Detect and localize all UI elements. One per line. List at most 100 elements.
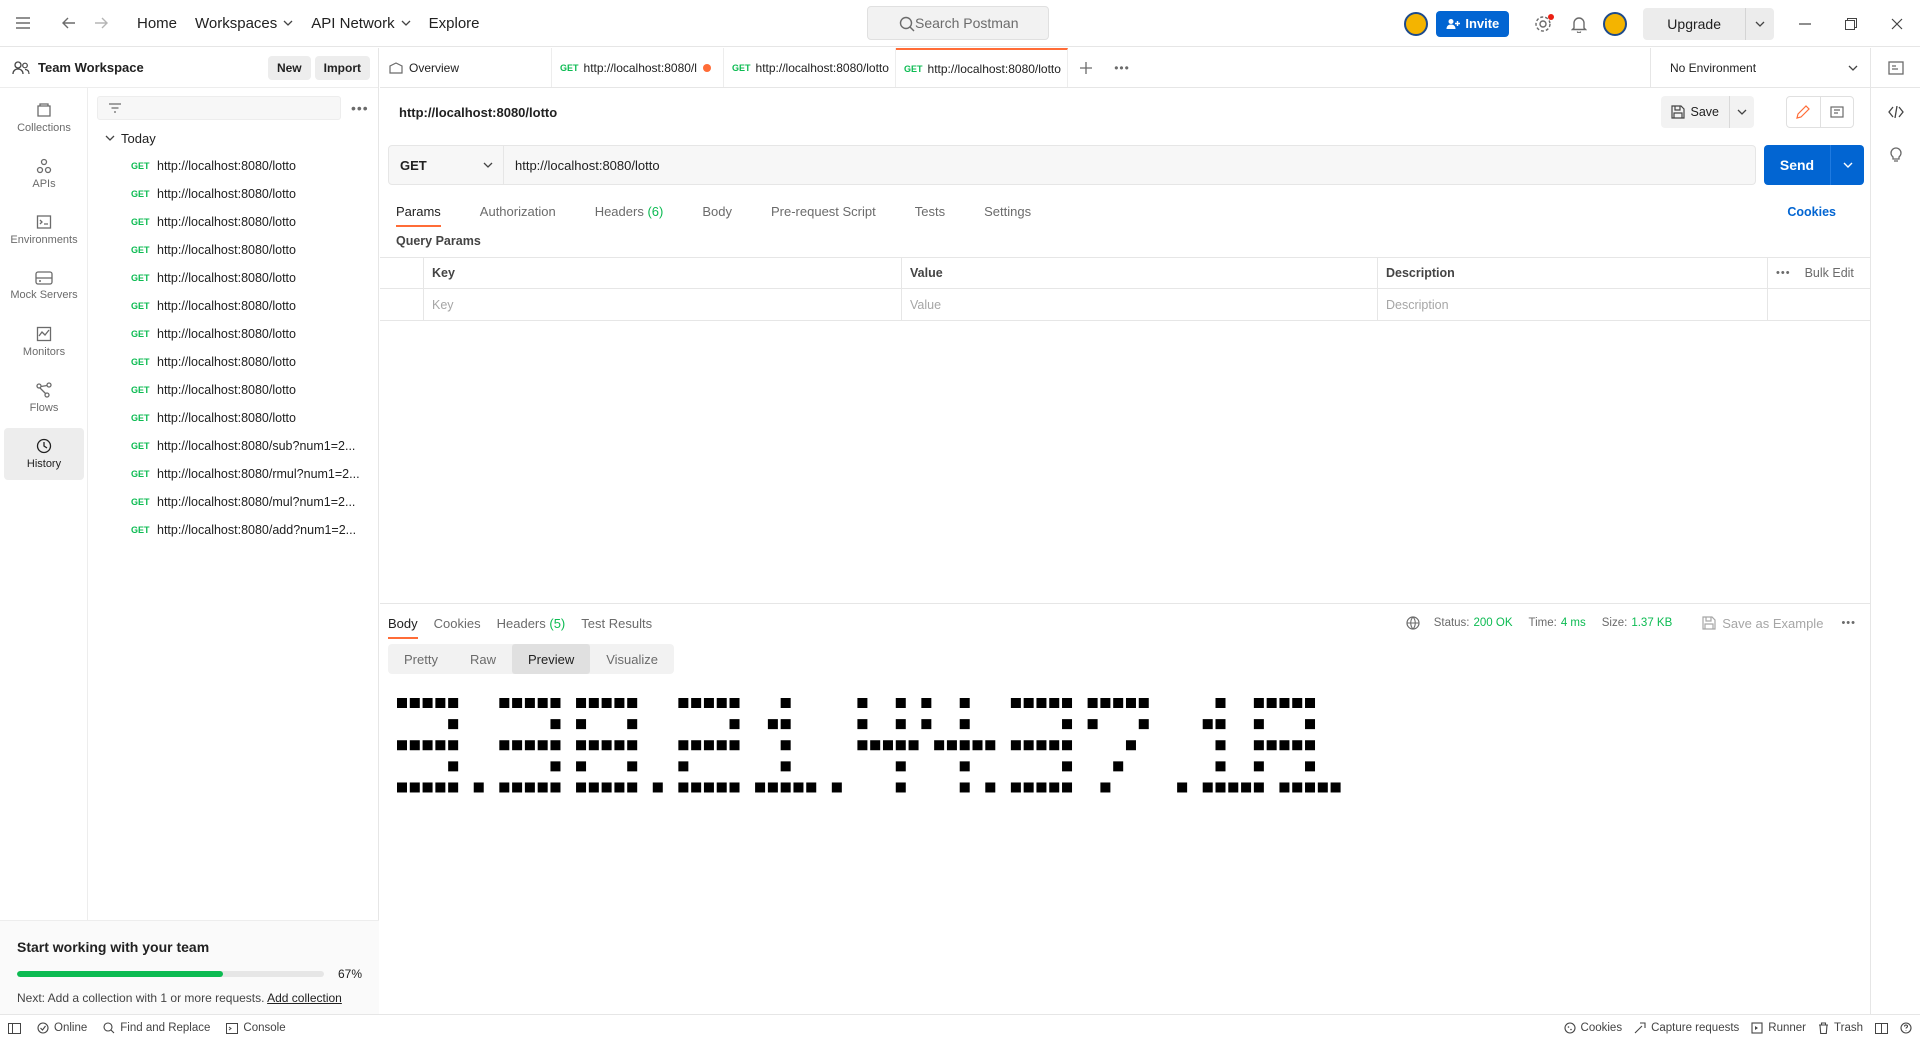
more-options-icon[interactable]: •••: [351, 100, 369, 116]
sidebar-item-flows[interactable]: Flows: [4, 372, 84, 424]
help-icon[interactable]: [1900, 1022, 1912, 1034]
send-button[interactable]: Send: [1764, 145, 1831, 185]
bell-icon[interactable]: [1563, 8, 1595, 40]
method-select[interactable]: GET: [388, 145, 504, 185]
cookies-button[interactable]: Cookies: [1563, 1022, 1622, 1034]
upgrade-button[interactable]: Upgrade: [1643, 7, 1774, 40]
team-avatar[interactable]: [1404, 11, 1429, 36]
minimize-icon[interactable]: [1782, 0, 1828, 47]
value-input[interactable]: Value: [902, 289, 1378, 320]
import-button[interactable]: Import: [314, 55, 370, 80]
response-tab-test-results[interactable]: Test Results: [573, 608, 660, 639]
settings-icon[interactable]: [1527, 8, 1559, 40]
list-item[interactable]: GET http://localhost:8080/lotto: [89, 376, 379, 404]
online-status[interactable]: Online: [37, 1022, 87, 1034]
list-item[interactable]: GET http://localhost:8080/lotto: [89, 152, 379, 180]
response-tab-body[interactable]: Body: [380, 608, 426, 639]
sidebar-item-mock-servers[interactable]: Mock Servers: [4, 260, 84, 312]
console-button[interactable]: Console: [226, 1022, 286, 1034]
sidebar-item-environments[interactable]: Environments: [4, 204, 84, 256]
save-options-chevron-icon[interactable]: [1730, 96, 1754, 128]
filter-input[interactable]: [97, 96, 341, 120]
list-item[interactable]: GET http://localhost:8080/lotto: [89, 180, 379, 208]
save-button[interactable]: Save: [1661, 96, 1730, 128]
list-item[interactable]: GET http://localhost:8080/lotto: [89, 404, 379, 432]
tab-pre-request-script[interactable]: Pre-request Script: [763, 198, 884, 227]
bulk-edit-button[interactable]: Bulk Edit: [1805, 266, 1854, 280]
format-visualize[interactable]: Visualize: [590, 644, 674, 674]
history-group-today[interactable]: Today: [89, 124, 379, 152]
nav-explore[interactable]: Explore: [429, 15, 480, 32]
tab-tests[interactable]: Tests: [907, 198, 953, 227]
request-name[interactable]: http://localhost:8080/lotto: [399, 105, 557, 120]
tab-authorization[interactable]: Authorization: [472, 198, 564, 227]
list-item[interactable]: GET http://localhost:8080/lotto: [89, 348, 379, 376]
tabs-more-icon[interactable]: •••: [1104, 48, 1140, 87]
sidebar-item-monitors[interactable]: Monitors: [4, 316, 84, 368]
list-item[interactable]: GET http://localhost:8080/lotto: [89, 292, 379, 320]
tab-settings[interactable]: Settings: [976, 198, 1039, 227]
format-pretty[interactable]: Pretty: [388, 644, 454, 674]
trash-button[interactable]: Trash: [1818, 1022, 1863, 1034]
size-value[interactable]: 1.37 KB: [1631, 617, 1672, 629]
response-tab-headers[interactable]: Headers (5): [489, 608, 574, 639]
close-icon[interactable]: [1874, 0, 1920, 47]
list-item[interactable]: GET http://localhost:8080/lotto: [89, 236, 379, 264]
list-item[interactable]: GET http://localhost:8080/add?num1=2...: [89, 516, 379, 544]
menu-icon[interactable]: [7, 7, 39, 39]
key-input[interactable]: Key: [424, 289, 902, 320]
save-as-example-button[interactable]: Save as Example: [1702, 616, 1823, 631]
environment-select[interactable]: No Environment: [1650, 48, 1870, 88]
code-icon[interactable]: [1871, 88, 1920, 136]
nav-api-network[interactable]: API Network: [311, 15, 411, 32]
search-box[interactable]: Search Postman: [867, 6, 1049, 40]
list-item[interactable]: GET http://localhost:8080/lotto: [89, 320, 379, 348]
url-input[interactable]: http://localhost:8080/lotto: [504, 145, 1756, 185]
back-arrow-icon[interactable]: [53, 7, 85, 39]
description-input[interactable]: Description: [1378, 289, 1768, 320]
more-options-icon[interactable]: •••: [1776, 267, 1791, 279]
response-tab-cookies[interactable]: Cookies: [426, 608, 489, 639]
restore-icon[interactable]: [1828, 0, 1874, 47]
sidebar-item-collections[interactable]: Collections: [4, 92, 84, 144]
list-item[interactable]: GET http://localhost:8080/rmul?num1=2...: [89, 460, 379, 488]
tab-overview[interactable]: Overview: [380, 48, 552, 87]
more-options-icon[interactable]: •••: [1841, 617, 1856, 629]
tab-request-2[interactable]: GET http://localhost:8080/lotto: [724, 48, 896, 87]
new-button[interactable]: New: [267, 55, 311, 80]
time-value[interactable]: 4 ms: [1561, 617, 1586, 629]
nav-home[interactable]: Home: [137, 15, 177, 32]
documentation-icon[interactable]: [1821, 97, 1854, 127]
tab-headers[interactable]: Headers (6): [587, 198, 672, 227]
invite-button[interactable]: Invite: [1436, 10, 1510, 37]
list-item[interactable]: GET http://localhost:8080/sub?num1=2...: [89, 432, 379, 460]
list-item[interactable]: GET http://localhost:8080/lotto: [89, 264, 379, 292]
two-pane-view-icon[interactable]: [1875, 1022, 1888, 1034]
list-item[interactable]: GET http://localhost:8080/mul?num1=2...: [89, 488, 379, 516]
nav-workspaces[interactable]: Workspaces: [195, 15, 293, 32]
lightbulb-icon[interactable]: [1871, 136, 1920, 172]
tab-params[interactable]: Params: [388, 198, 449, 227]
tab-request-1[interactable]: GET http://localhost:8080/l: [552, 48, 724, 87]
environment-quick-look-icon[interactable]: [1871, 48, 1920, 88]
add-collection-link[interactable]: Add collection: [267, 991, 342, 1005]
edit-pencil-icon[interactable]: [1787, 97, 1821, 127]
sidebar-item-history[interactable]: History: [4, 428, 84, 480]
send-options-chevron-icon[interactable]: [1831, 145, 1864, 185]
status-value[interactable]: 200 OK: [1474, 617, 1513, 629]
cookies-link[interactable]: Cookies: [1787, 205, 1836, 219]
forward-arrow-icon[interactable]: [85, 7, 117, 39]
runner-button[interactable]: Runner: [1751, 1022, 1806, 1034]
user-avatar[interactable]: [1603, 11, 1628, 36]
tab-request-3[interactable]: GET http://localhost:8080/lotto: [896, 48, 1068, 87]
globe-icon[interactable]: [1406, 616, 1420, 630]
format-raw[interactable]: Raw: [454, 644, 512, 674]
chevron-down-icon[interactable]: [1746, 21, 1774, 27]
list-item[interactable]: GET http://localhost:8080/lotto: [89, 208, 379, 236]
toggle-sidebar-icon[interactable]: [8, 1022, 21, 1034]
capture-requests-button[interactable]: Capture requests: [1634, 1022, 1739, 1034]
add-tab-button[interactable]: [1068, 48, 1104, 87]
tab-body[interactable]: Body: [694, 198, 740, 227]
find-replace-button[interactable]: Find and Replace: [103, 1022, 210, 1034]
response-divider[interactable]: [380, 603, 1870, 604]
